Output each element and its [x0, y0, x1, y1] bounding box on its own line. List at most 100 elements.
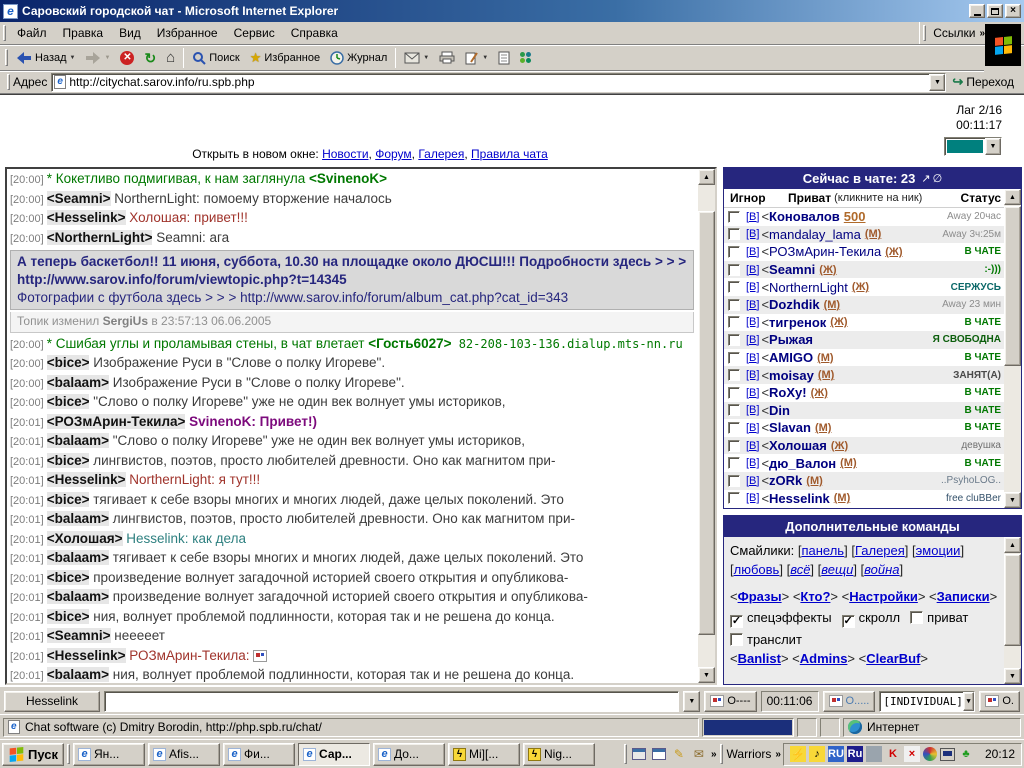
- chat-scrollbar[interactable]: ▲ ▼: [698, 169, 715, 683]
- gender-badge[interactable]: (М): [865, 228, 882, 240]
- toolbar-grip[interactable]: [5, 49, 8, 67]
- show-desktop-icon[interactable]: [631, 746, 647, 762]
- gender-badge[interactable]: (Ж): [885, 246, 902, 258]
- checkbox-спецэффекты[interactable]: ✓: [730, 615, 743, 628]
- task-button-Сар[interactable]: eСар...: [298, 743, 370, 766]
- user-nick[interactable]: mandalay_lama: [769, 227, 861, 242]
- task-button-Ян[interactable]: eЯн...: [73, 743, 145, 766]
- refresh-button[interactable]: ↻: [139, 47, 161, 69]
- scroll-thumb[interactable]: [1004, 206, 1021, 366]
- checkbox-приват[interactable]: [910, 611, 923, 624]
- chat-nick[interactable]: <Hesselink>: [47, 648, 126, 663]
- ignore-checkbox[interactable]: [728, 334, 740, 346]
- chat-nick[interactable]: <Hesselink>: [47, 210, 126, 225]
- stop-button[interactable]: ✕: [115, 47, 139, 69]
- user-nick[interactable]: Din: [769, 403, 790, 418]
- command-link-Banlist[interactable]: Banlist: [738, 651, 781, 666]
- toolbar-grip[interactable]: [3, 25, 6, 40]
- task-button-До[interactable]: eДо...: [373, 743, 445, 766]
- gender-badge[interactable]: (М): [817, 352, 834, 364]
- back-button[interactable]: Назад▼: [11, 47, 80, 69]
- tray-icon-4[interactable]: Ru: [847, 746, 863, 762]
- user-nick[interactable]: тигренок: [769, 315, 826, 330]
- ignore-checkbox[interactable]: [728, 316, 740, 328]
- tray-icon-10[interactable]: ♣: [958, 746, 974, 762]
- go-button[interactable]: ↪ Переход: [946, 74, 1020, 90]
- chat-nick[interactable]: <Seamni>: [47, 191, 111, 206]
- gender-badge[interactable]: (Ж): [819, 264, 836, 276]
- menu-item-избранное[interactable]: Избранное: [149, 23, 226, 43]
- bold-link[interactable]: [B]: [746, 369, 759, 381]
- tray-icon-6[interactable]: K: [885, 746, 901, 762]
- home-button[interactable]: ⌂: [161, 47, 180, 69]
- user-nick[interactable]: дю_Валон: [769, 456, 836, 471]
- ignore-checkbox[interactable]: [728, 492, 740, 504]
- ignore-checkbox[interactable]: [728, 457, 740, 469]
- chat-nick[interactable]: <NorthernLight>: [47, 230, 153, 245]
- refresh-list-icon[interactable]: ↗: [921, 172, 930, 185]
- user-nick[interactable]: zORk: [769, 473, 802, 488]
- user-nick[interactable]: Dozhdik: [769, 297, 820, 312]
- commands-scrollbar[interactable]: ▲ ▼: [1004, 537, 1021, 684]
- smilies-link-всё[interactable]: всё: [790, 562, 810, 577]
- bold-link[interactable]: [B]: [746, 299, 759, 311]
- tray-ball-icon[interactable]: [923, 747, 937, 761]
- bold-link[interactable]: [B]: [746, 440, 759, 452]
- bold-link[interactable]: [B]: [746, 246, 759, 258]
- chat-nick[interactable]: <bice>: [47, 453, 90, 468]
- chat-nick[interactable]: <bice>: [47, 492, 90, 507]
- bold-link[interactable]: [B]: [746, 334, 759, 346]
- scroll-down-button[interactable]: ▼: [698, 667, 715, 683]
- user-nick[interactable]: Коновалов: [769, 209, 840, 224]
- minimize-button[interactable]: [969, 4, 985, 18]
- print-button[interactable]: [434, 47, 460, 69]
- command-link-Admins[interactable]: Admins: [800, 651, 848, 666]
- favorites-button[interactable]: ★Избранное: [245, 47, 325, 69]
- bold-link[interactable]: [B]: [746, 457, 759, 469]
- user-nick[interactable]: moisay: [769, 368, 814, 383]
- recipient-select[interactable]: [INDIVIDUAL] ▼: [879, 691, 975, 712]
- ignore-checkbox[interactable]: [728, 404, 740, 416]
- gender-badge[interactable]: (М): [834, 492, 851, 504]
- mail-button[interactable]: ▼: [399, 47, 434, 69]
- bold-link[interactable]: [B]: [746, 492, 759, 504]
- user-nick[interactable]: Рыжая: [769, 332, 813, 347]
- open-link-4[interactable]: Правила чата: [471, 147, 548, 161]
- chat-nick[interactable]: <bice>: [47, 394, 90, 409]
- chat-nick[interactable]: <bice>: [47, 609, 90, 624]
- ignore-checkbox[interactable]: [728, 440, 740, 452]
- restore-button[interactable]: [987, 4, 1003, 18]
- bold-link[interactable]: [B]: [746, 387, 759, 399]
- open-link-3[interactable]: Галерея: [418, 147, 464, 161]
- menu-item-правка[interactable]: Правка: [55, 23, 112, 43]
- recipient-select-arrow[interactable]: ▼: [963, 692, 975, 711]
- options-button[interactable]: О.: [979, 691, 1020, 712]
- chat-nick[interactable]: <РОЗмАрин-Текила>: [47, 414, 186, 429]
- topic-link-2[interactable]: http://www.sarov.info/forum/album_cat.ph…: [240, 290, 568, 305]
- task-button-Nig[interactable]: ϟNig...: [523, 743, 595, 766]
- search-button[interactable]: Поиск: [187, 47, 244, 69]
- bold-link[interactable]: [B]: [746, 264, 759, 276]
- ignore-checkbox[interactable]: [728, 264, 740, 276]
- bold-link[interactable]: [B]: [746, 211, 759, 223]
- task-button-Afis[interactable]: eAfis...: [148, 743, 220, 766]
- ignore-checkbox[interactable]: [728, 228, 740, 240]
- close-button[interactable]: ×: [1005, 4, 1021, 18]
- command-link-Фразы[interactable]: Фразы: [738, 589, 782, 604]
- gender-badge[interactable]: (Ж): [811, 387, 828, 399]
- tray-icon-3[interactable]: RU: [828, 746, 844, 762]
- gender-badge[interactable]: (М): [815, 422, 832, 434]
- ignore-checkbox[interactable]: [728, 281, 740, 293]
- document-button[interactable]: [493, 47, 515, 69]
- gender-badge[interactable]: (Ж): [830, 316, 847, 328]
- chat-nick[interactable]: <balaam>: [47, 433, 109, 448]
- menu-item-вид[interactable]: Вид: [111, 23, 149, 43]
- chat-nick[interactable]: <balaam>: [47, 550, 109, 565]
- toolbar-grip[interactable]: [923, 25, 926, 40]
- ignore-checkbox[interactable]: [728, 246, 740, 258]
- menu-item-сервис[interactable]: Сервис: [226, 23, 283, 43]
- edit-list-icon[interactable]: ∅: [933, 172, 943, 185]
- user-nick[interactable]: Seamni: [769, 262, 815, 277]
- nick-button[interactable]: Hesselink: [4, 691, 100, 712]
- smilies-link-война[interactable]: война: [864, 562, 899, 577]
